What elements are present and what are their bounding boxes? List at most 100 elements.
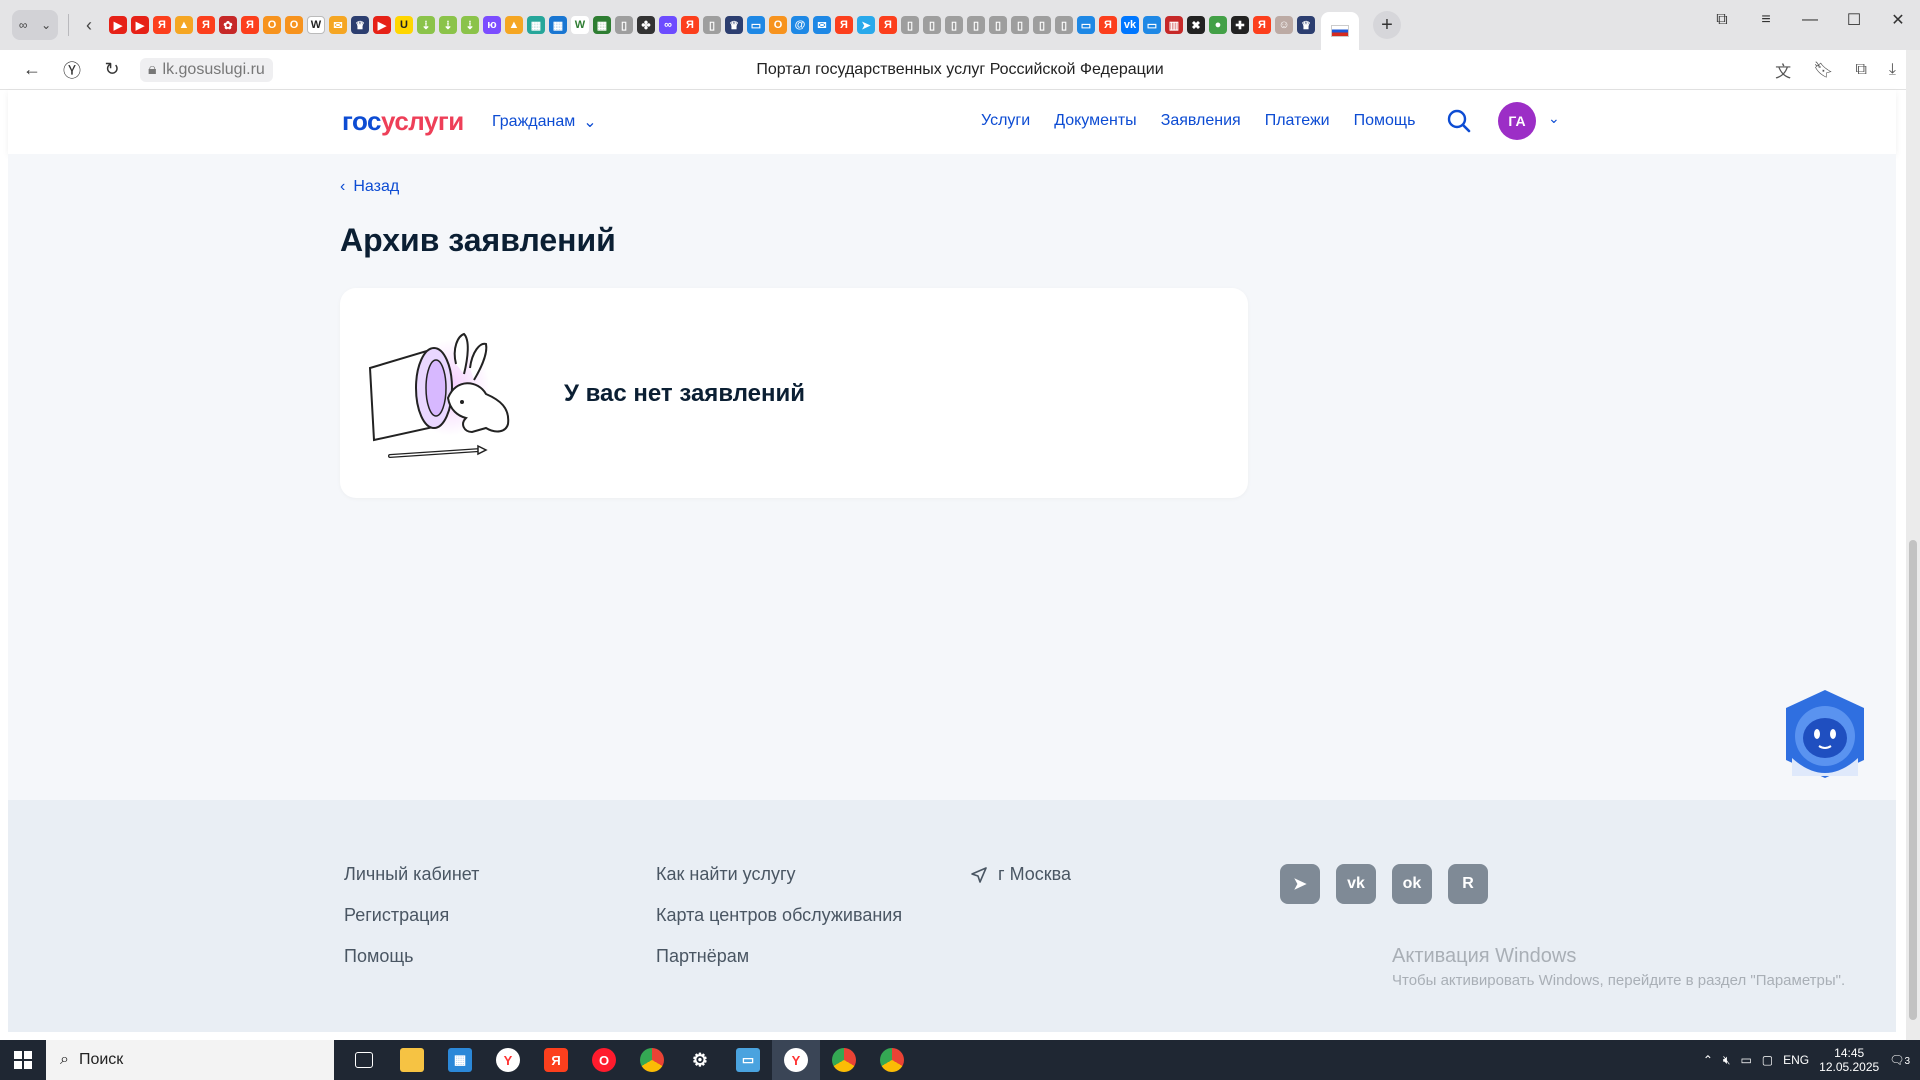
footer-link-find-service[interactable]: Как найти услугу [656, 864, 902, 885]
url-field[interactable]: 🔒︎ lk.gosuslugi.ru [140, 57, 273, 82]
tab-icon[interactable]: ▦ [527, 16, 545, 34]
active-tab[interactable] [1321, 12, 1359, 50]
translate-icon[interactable]: 文 [1775, 58, 1791, 82]
page-tab-icon[interactable]: ▯ [901, 16, 919, 34]
chrome-icon[interactable] [628, 1040, 676, 1080]
network-icon[interactable]: ▢ [1762, 1053, 1773, 1067]
page-tab-icon[interactable]: ▯ [1011, 16, 1029, 34]
yandex-tab-icon[interactable]: Я [197, 16, 215, 34]
location-selector[interactable]: г Москва [970, 864, 1071, 885]
yoomoney-tab-icon[interactable]: ю [483, 16, 501, 34]
chevron-up-icon[interactable]: ⌃ [1703, 1053, 1713, 1067]
maximize-button[interactable]: ☐ [1832, 0, 1876, 40]
gov-tab-icon[interactable]: ♛ [1297, 16, 1315, 34]
footer-link-service-centers[interactable]: Карта центров обслуживания [656, 905, 902, 926]
settings-icon[interactable]: ⚙ [676, 1040, 724, 1080]
mountain-tab-icon[interactable]: ▲ [175, 16, 193, 34]
back-link[interactable]: ‹ Назад [340, 178, 399, 196]
menu-icon[interactable]: ≡ [1744, 0, 1788, 40]
gosuslugi-logo[interactable]: госуслуги [342, 106, 464, 137]
plus-tab-icon[interactable]: ✚ [1231, 16, 1249, 34]
youtube-tab-icon[interactable]: ▶ [131, 16, 149, 34]
chat-tab-icon[interactable]: ▭ [1077, 16, 1095, 34]
clock[interactable]: 14:45 12.05.2025 [1819, 1046, 1879, 1074]
grid-tab-icon[interactable]: ▦ [549, 16, 567, 34]
mail-tab-icon[interactable]: ✉ [813, 16, 831, 34]
gov-tab-icon[interactable]: ♛ [351, 16, 369, 34]
remote-desktop-icon[interactable]: ▭ [724, 1040, 772, 1080]
nav-payments[interactable]: Платежи [1265, 112, 1330, 130]
ribbon-tab-icon[interactable]: ✿ [219, 16, 237, 34]
close-button[interactable]: ✕ [1876, 0, 1920, 40]
w-tab-icon[interactable]: W [571, 16, 589, 34]
volume-muted-icon[interactable]: 🔇︎ [1723, 1053, 1731, 1068]
minimize-button[interactable]: — [1788, 0, 1832, 40]
grid-tab-icon[interactable]: ▦ [593, 16, 611, 34]
page-tab-icon[interactable]: ▯ [945, 16, 963, 34]
yandex-icon[interactable]: Я [532, 1040, 580, 1080]
file-explorer-icon[interactable] [388, 1040, 436, 1080]
mail-tab-icon[interactable]: ✉ [329, 16, 347, 34]
notifications-icon[interactable]: 🗨︎3 [1889, 1053, 1910, 1067]
footer-link-cabinet[interactable]: Личный кабинет [344, 864, 479, 885]
yandex-home-icon[interactable]: Ⓨ [52, 50, 92, 90]
page-tab-icon[interactable]: ▯ [967, 16, 985, 34]
tabs-scroll-left-icon[interactable]: ‹ [79, 15, 99, 36]
wikipedia-tab-icon[interactable]: W [307, 16, 325, 34]
yandex-tab-icon[interactable]: Я [681, 16, 699, 34]
avatar[interactable]: ГА [1498, 102, 1536, 140]
yandex-browser-icon[interactable]: Y [484, 1040, 532, 1080]
yandex-tab-icon[interactable]: Я [879, 16, 897, 34]
yandex-tab-icon[interactable]: Я [1253, 16, 1271, 34]
rutube-icon[interactable]: R [1448, 864, 1488, 904]
ok-icon[interactable]: ok [1392, 864, 1432, 904]
yandex-browser-active-icon[interactable]: Y [772, 1040, 820, 1080]
reload-icon[interactable]: ↻ [92, 50, 132, 90]
yandex-tab-icon[interactable]: Я [153, 16, 171, 34]
extensions-icon[interactable]: ⧉ [1855, 61, 1866, 79]
tab-icon[interactable]: ● [1209, 16, 1227, 34]
mountain-tab-icon[interactable]: ▲ [505, 16, 523, 34]
tab-icon[interactable]: ☺ [1275, 16, 1293, 34]
bookmark-icon[interactable]: 🔖︎ [1813, 60, 1833, 80]
start-button[interactable] [0, 1040, 46, 1080]
tab-icon[interactable]: ⇣ [461, 16, 479, 34]
footer-link-registration[interactable]: Регистрация [344, 905, 479, 926]
battery-icon[interactable]: ▭ [1740, 1053, 1751, 1067]
scrollbar[interactable] [1906, 50, 1920, 1040]
chevron-down-icon[interactable]: ⌄ [1548, 110, 1560, 127]
nav-documents[interactable]: Документы [1054, 112, 1136, 130]
page-tab-icon[interactable]: ▯ [1055, 16, 1073, 34]
tab-icon[interactable]: ∞ [659, 16, 677, 34]
scrollbar-thumb[interactable] [1909, 540, 1917, 1020]
page-tab-icon[interactable]: ▯ [615, 16, 633, 34]
robot-assistant-icon[interactable] [1782, 688, 1868, 780]
mail-ru-tab-icon[interactable]: @ [791, 16, 809, 34]
vk-icon[interactable]: vk [1336, 864, 1376, 904]
yandex-tab-icon[interactable]: Я [241, 16, 259, 34]
youtube-tab-icon[interactable]: ▶ [373, 16, 391, 34]
page-tab-icon[interactable]: ▯ [1033, 16, 1051, 34]
citizens-dropdown[interactable]: Гражданам ⌄ [492, 112, 597, 132]
collections-icon[interactable]: ⧉ [1700, 0, 1744, 40]
tab-icon[interactable]: ▥ [1165, 16, 1183, 34]
tab-groups-button[interactable]: ∞ ⌄ [12, 10, 58, 40]
yandex-tab-icon[interactable]: Я [835, 16, 853, 34]
youtube-tab-icon[interactable]: ▶ [109, 16, 127, 34]
chat-tab-icon[interactable]: ▭ [1143, 16, 1161, 34]
nav-applications[interactable]: Заявления [1161, 112, 1241, 130]
taskbar-search[interactable]: ⌕ Поиск [46, 1040, 334, 1080]
nav-services[interactable]: Услуги [981, 112, 1030, 130]
telegram-tab-icon[interactable]: ➤ [857, 16, 875, 34]
search-icon[interactable] [1444, 106, 1474, 136]
puzzle-tab-icon[interactable]: ✤ [637, 16, 655, 34]
page-tab-icon[interactable]: ▯ [703, 16, 721, 34]
store-icon[interactable]: ▦ [436, 1040, 484, 1080]
ok-tab-icon[interactable]: О [263, 16, 281, 34]
page-tab-icon[interactable]: ▯ [989, 16, 1007, 34]
telegram-icon[interactable]: ➤ [1280, 864, 1320, 904]
vk-tab-icon[interactable]: vk [1121, 16, 1139, 34]
chrome-profile-icon[interactable] [868, 1040, 916, 1080]
task-view-icon[interactable] [340, 1040, 388, 1080]
nav-help[interactable]: Помощь [1354, 112, 1416, 130]
